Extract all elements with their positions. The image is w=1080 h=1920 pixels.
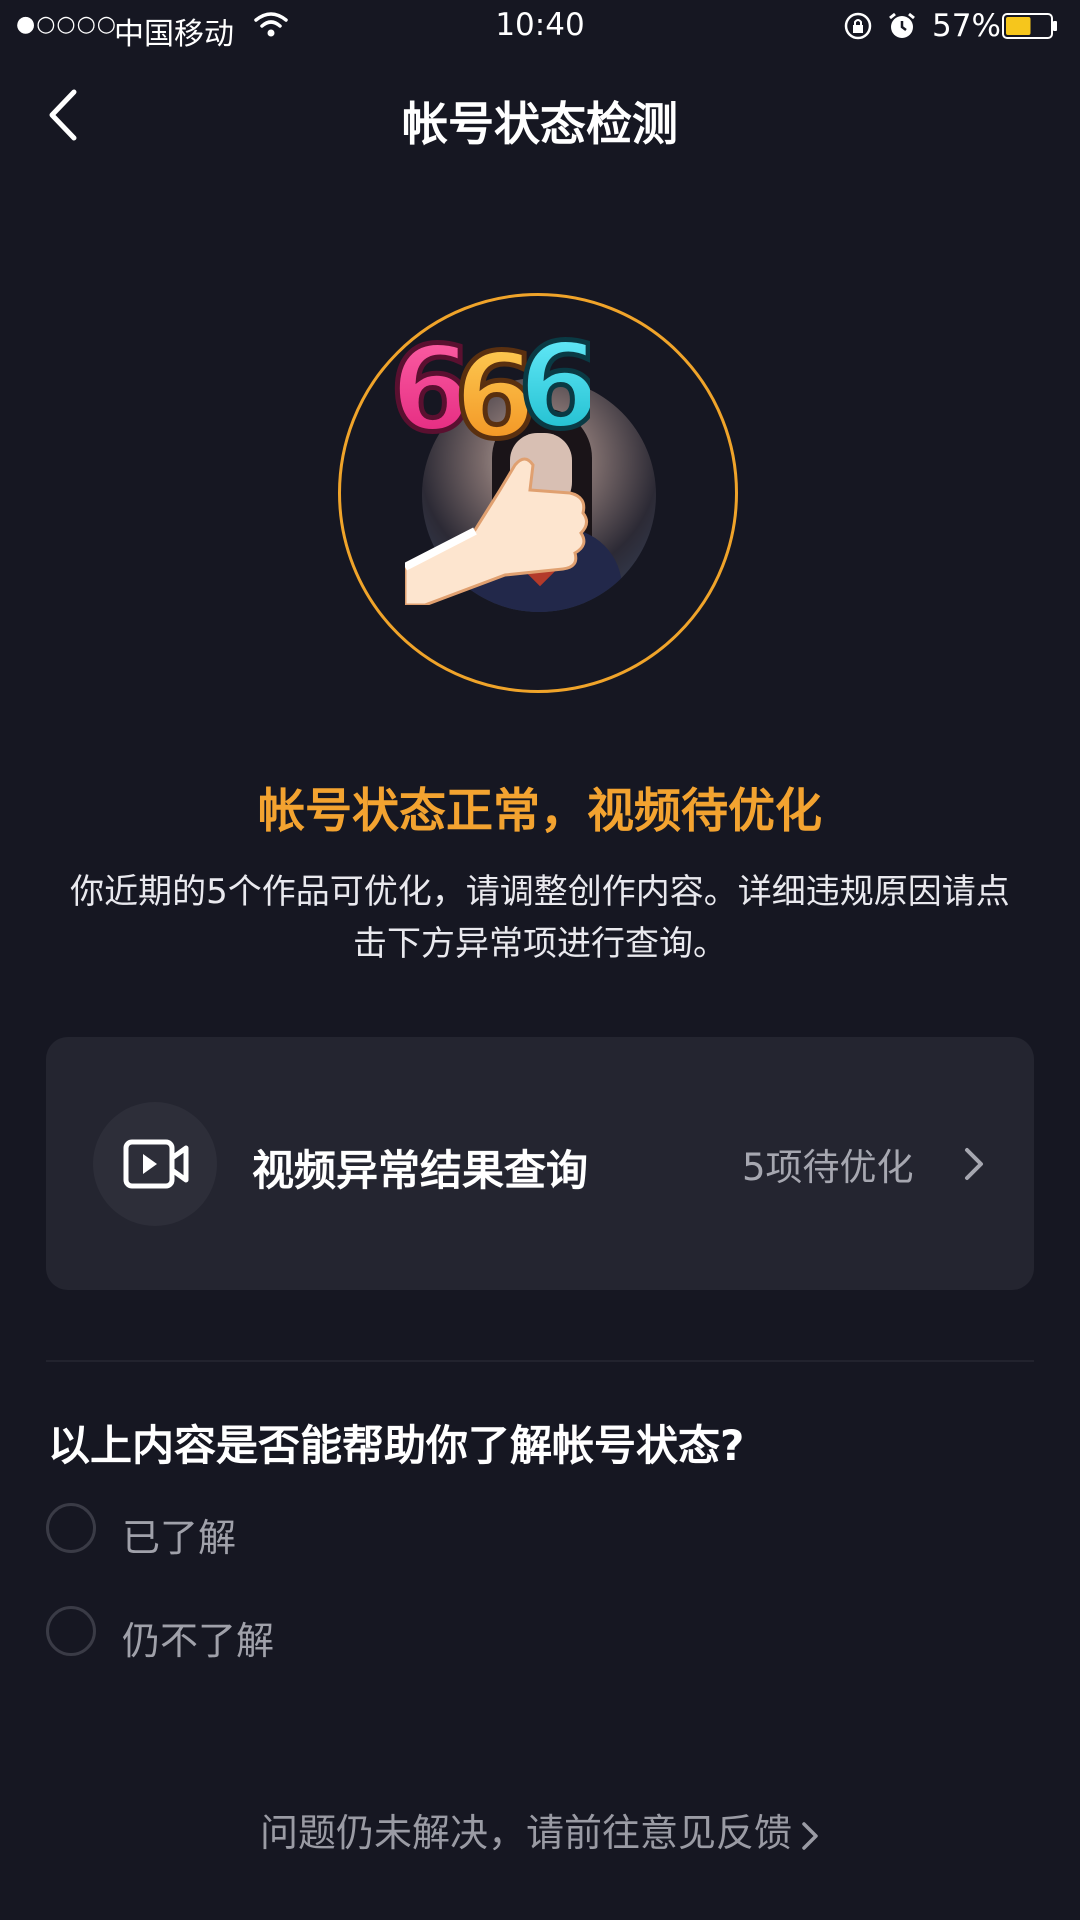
page-title: 帐号状态检测 <box>402 97 678 151</box>
option-understood[interactable]: 已了解 <box>46 1501 646 1560</box>
navigation-bar: 帐号状态检测 <box>0 60 1080 170</box>
clock: 10:40 <box>495 7 585 43</box>
alarm-icon <box>889 12 915 38</box>
option-label: 已了解 <box>122 1516 237 1560</box>
status-headline: 帐号状态正常，视频待优化 <box>258 784 822 839</box>
thumbs-up-hand-icon <box>405 457 588 605</box>
option-label: 仍不了解 <box>122 1619 275 1663</box>
divider <box>46 1360 1034 1362</box>
status-description: 你近期的5个作品可优化，请调整创作内容。详细违规原因请点击下方异常项进行查询。 <box>70 872 1010 964</box>
sticker-666: 6 6 6 <box>390 315 590 455</box>
radio-button[interactable] <box>46 1606 96 1656</box>
radio-button[interactable] <box>46 1503 96 1553</box>
feedback-text: 问题仍未解决，请前往意见反馈 <box>259 1811 792 1855</box>
account-status-page: ●○○○○ 中国移动 10:40 57% 帐号状态检测 6 6 6 帐号状态正常… <box>0 0 1080 1920</box>
video-anomaly-query-card[interactable]: 视频异常结果查询 5项待优化 <box>46 1037 1034 1290</box>
status-bar: ●○○○○ 中国移动 10:40 57% <box>0 0 1080 54</box>
card-status: 5项待优化 <box>742 1146 914 1189</box>
video-icon-container <box>93 1102 217 1226</box>
survey-question: 以上内容是否能帮助你了解帐号状态? <box>48 1421 745 1470</box>
chevron-right-icon <box>965 1148 983 1180</box>
option-not-understood[interactable]: 仍不了解 <box>46 1604 646 1663</box>
battery-icon <box>1002 13 1057 39</box>
card-title: 视频异常结果查询 <box>252 1146 589 1195</box>
battery-percent: 57% <box>932 8 1001 44</box>
orientation-lock-icon <box>844 12 872 40</box>
video-icon <box>123 1139 189 1189</box>
chevron-right-icon <box>802 1821 818 1850</box>
feedback-link[interactable]: 问题仍未解决，请前往意见反馈 <box>0 1802 1080 1857</box>
